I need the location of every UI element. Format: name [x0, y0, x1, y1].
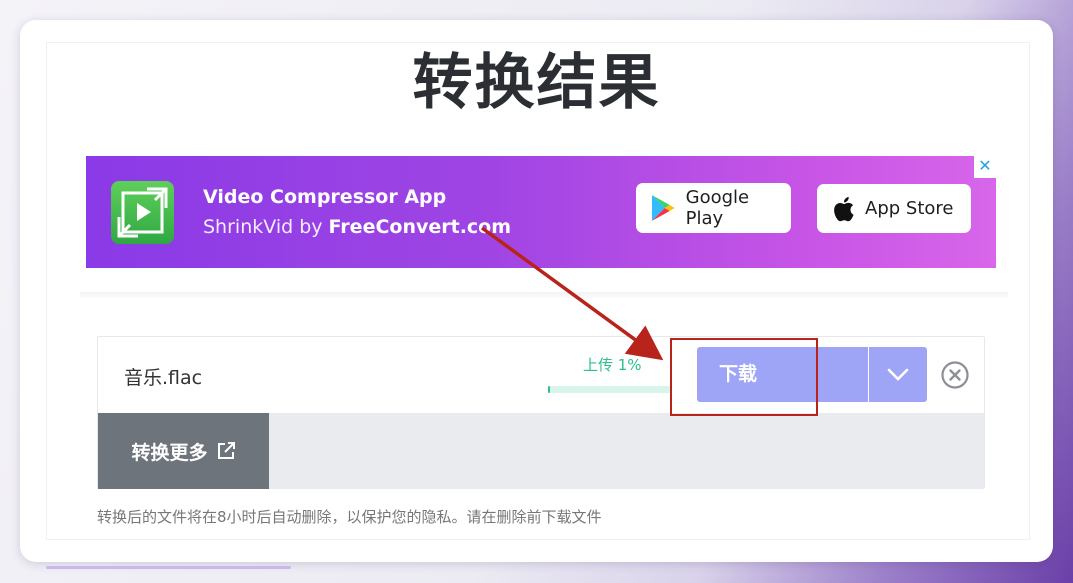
annotation-arrow: [480, 226, 664, 361]
scroll-indicator: [46, 566, 291, 569]
